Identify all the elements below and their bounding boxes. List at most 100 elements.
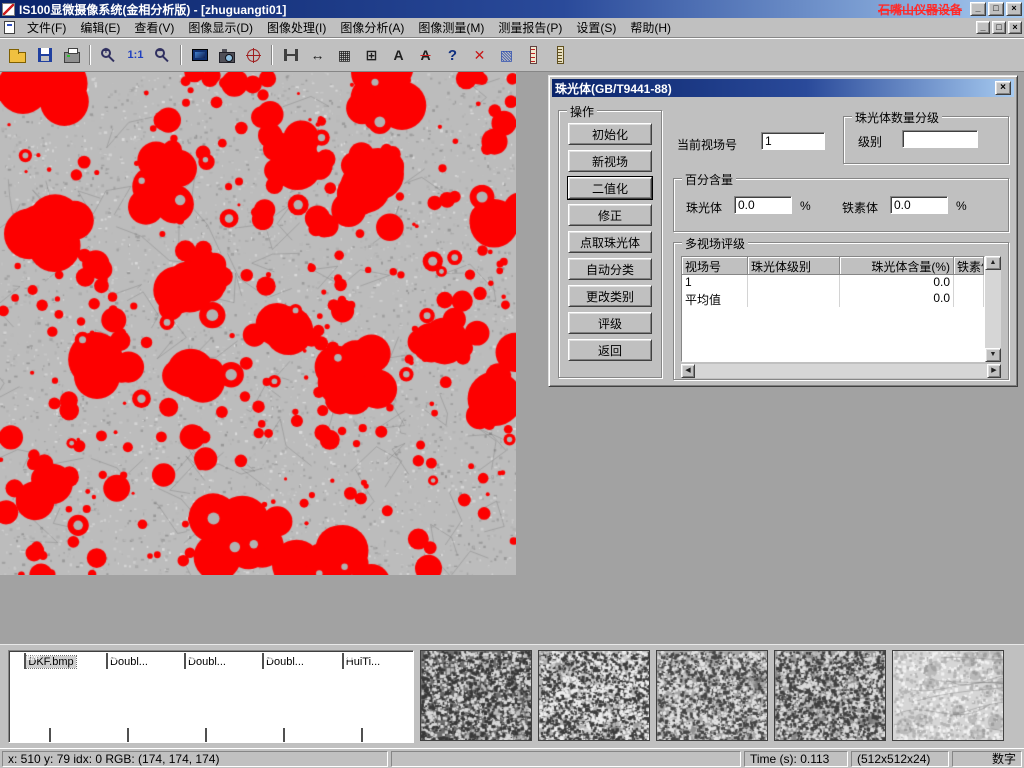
delete-icon: ✕ xyxy=(474,48,486,62)
col-content[interactable]: 珠光体含量(%) xyxy=(840,257,954,275)
table-row[interactable]: 1 0.0 xyxy=(682,275,984,291)
maximize-button[interactable]: □ xyxy=(988,2,1004,16)
level-input[interactable] xyxy=(902,130,978,148)
auto-classify-button[interactable]: 自动分类 xyxy=(568,258,652,280)
scroll-right-icon[interactable]: ▶ xyxy=(987,364,1001,378)
menu-item-view[interactable]: 查看(V) xyxy=(127,17,181,38)
thumbnail-1[interactable] xyxy=(420,650,532,741)
pearlite-label: 珠光体 xyxy=(686,199,722,216)
correct-button[interactable]: 修正 xyxy=(568,204,652,226)
dialog-close-button[interactable]: × xyxy=(995,81,1011,95)
col-field[interactable]: 视场号 xyxy=(682,257,748,275)
file-item[interactable]: BMP xyxy=(323,729,401,743)
cell-content: 0.0 xyxy=(840,275,954,291)
menu-item-image-display[interactable]: 图像显示(D) xyxy=(181,17,260,38)
open-button[interactable] xyxy=(5,43,30,68)
menu-item-report[interactable]: 测量报告(P) xyxy=(491,17,569,38)
area-select-button[interactable]: ▧ xyxy=(494,43,519,68)
thumbnail-2[interactable] xyxy=(538,650,650,741)
menu-item-image-process[interactable]: 图像处理(I) xyxy=(260,17,333,38)
thumbnail-4[interactable] xyxy=(774,650,886,741)
initialize-button[interactable]: 初始化 xyxy=(568,123,652,145)
print-button[interactable] xyxy=(59,43,84,68)
camera-button[interactable] xyxy=(214,43,239,68)
rate-button[interactable]: 评级 xyxy=(568,312,652,334)
file-item[interactable]: BMP xyxy=(11,729,89,743)
font-strike-button[interactable]: A xyxy=(413,43,438,68)
file-item[interactable]: BMP Doubl... xyxy=(167,654,245,668)
dialog-titlebar[interactable]: 珠光体(GB/T9441-88) × xyxy=(552,79,1014,97)
menu-item-settings[interactable]: 设置(S) xyxy=(569,17,623,38)
file-row: BMP DKF.bmp BMP Doubl... BMP Doubl... BM… xyxy=(11,654,401,668)
actual-size-icon: 1:1 xyxy=(128,50,144,61)
grid-button[interactable]: ▦ xyxy=(332,43,357,68)
table-header: 视场号 珠光体级别 珠光体含量(%) 铁素体 xyxy=(682,257,984,275)
minimize-button[interactable]: _ xyxy=(970,2,986,16)
font-strike-icon: A xyxy=(420,48,430,62)
camera-icon xyxy=(219,52,235,63)
child-minimize-button[interactable]: _ xyxy=(976,21,990,34)
table-row[interactable]: 平均值 0.0 xyxy=(682,291,984,307)
horizontal-scrollbar[interactable]: ◀ ▶ xyxy=(681,364,1001,378)
file-item[interactable]: BMP xyxy=(245,729,323,743)
close-button[interactable]: × xyxy=(1006,2,1022,16)
menu-item-help[interactable]: 帮助(H) xyxy=(623,17,678,38)
marker-button[interactable] xyxy=(521,43,546,68)
actual-size-button[interactable]: 1:1 xyxy=(123,43,148,68)
menu-item-edit[interactable]: 编辑(E) xyxy=(73,17,127,38)
current-field-label: 当前视场号 xyxy=(677,136,737,153)
zoom-out-button[interactable] xyxy=(150,43,175,68)
file-item[interactable]: BMP DKF.bmp xyxy=(11,654,89,668)
col-level[interactable]: 珠光体级别 xyxy=(748,257,840,275)
window-titlebar[interactable]: IS100显微摄像系统(金相分析版) - [zhuguangti01] 石嘴山仪… xyxy=(0,0,1024,18)
pearlite-input[interactable] xyxy=(734,196,792,214)
cell-field: 平均值 xyxy=(682,291,748,307)
processing-time: Time (s): 0.113 xyxy=(744,751,848,767)
scroll-down-icon[interactable]: ▼ xyxy=(985,348,1001,362)
binarize-button[interactable]: 二值化 xyxy=(568,177,652,199)
child-restore-button[interactable]: □ xyxy=(992,21,1006,34)
scroll-up-icon[interactable]: ▲ xyxy=(985,256,1001,270)
scroll-left-icon[interactable]: ◀ xyxy=(681,364,695,378)
toolbar-separator xyxy=(180,45,182,65)
file-item[interactable]: BMP HuiTi... xyxy=(323,654,401,668)
zoom-in-button[interactable] xyxy=(96,43,121,68)
save-button[interactable] xyxy=(32,43,57,68)
change-class-button[interactable]: 更改类别 xyxy=(568,285,652,307)
ruler-button[interactable] xyxy=(548,43,573,68)
font-button[interactable]: A xyxy=(386,43,411,68)
thumbnail-3[interactable] xyxy=(656,650,768,741)
delete-button[interactable]: ✕ xyxy=(467,43,492,68)
menu-item-file[interactable]: 文件(F) xyxy=(20,17,73,38)
toolbar-separator xyxy=(271,45,273,65)
bmp-file-icon: BMP xyxy=(361,728,363,743)
cell-content: 0.0 xyxy=(840,291,954,307)
new-field-button[interactable]: 新视场 xyxy=(568,150,652,172)
file-browser: BMP DKF.bmp BMP Doubl... BMP Doubl... BM… xyxy=(8,650,414,743)
help-button[interactable]: ? xyxy=(440,43,465,68)
bmp-file-icon: BMP xyxy=(106,653,108,669)
file-item[interactable]: BMP Doubl... xyxy=(89,654,167,668)
file-item[interactable]: BMP xyxy=(89,729,167,743)
vertical-scrollbar[interactable]: ▲ ▼ xyxy=(985,256,1001,362)
ferrite-input[interactable] xyxy=(890,196,948,214)
child-window-icon[interactable] xyxy=(4,21,15,34)
return-button[interactable]: 返回 xyxy=(568,339,652,361)
file-item[interactable]: BMP xyxy=(167,729,245,743)
current-field-input[interactable] xyxy=(761,132,825,150)
measure-button[interactable]: ↔ xyxy=(305,43,330,68)
child-window-controls: _ □ × xyxy=(974,21,1022,34)
capture-button[interactable] xyxy=(241,43,266,68)
thumbnail-5[interactable] xyxy=(892,650,1004,741)
pick-pearlite-button[interactable]: 点取珠光体 xyxy=(568,231,652,253)
display-button[interactable] xyxy=(187,43,212,68)
caliper-button[interactable] xyxy=(278,43,303,68)
file-item[interactable]: BMP Doubl... xyxy=(245,654,323,668)
grid-add-button[interactable]: ⊞ xyxy=(359,43,384,68)
col-ferrite[interactable]: 铁素体 xyxy=(954,257,984,275)
child-close-button[interactable]: × xyxy=(1008,21,1022,34)
bmp-file-icon: BMP xyxy=(127,728,129,743)
menu-item-image-measure[interactable]: 图像测量(M) xyxy=(411,17,491,38)
menu-item-image-analysis[interactable]: 图像分析(A) xyxy=(333,17,411,38)
micrograph-image[interactable] xyxy=(0,72,516,575)
